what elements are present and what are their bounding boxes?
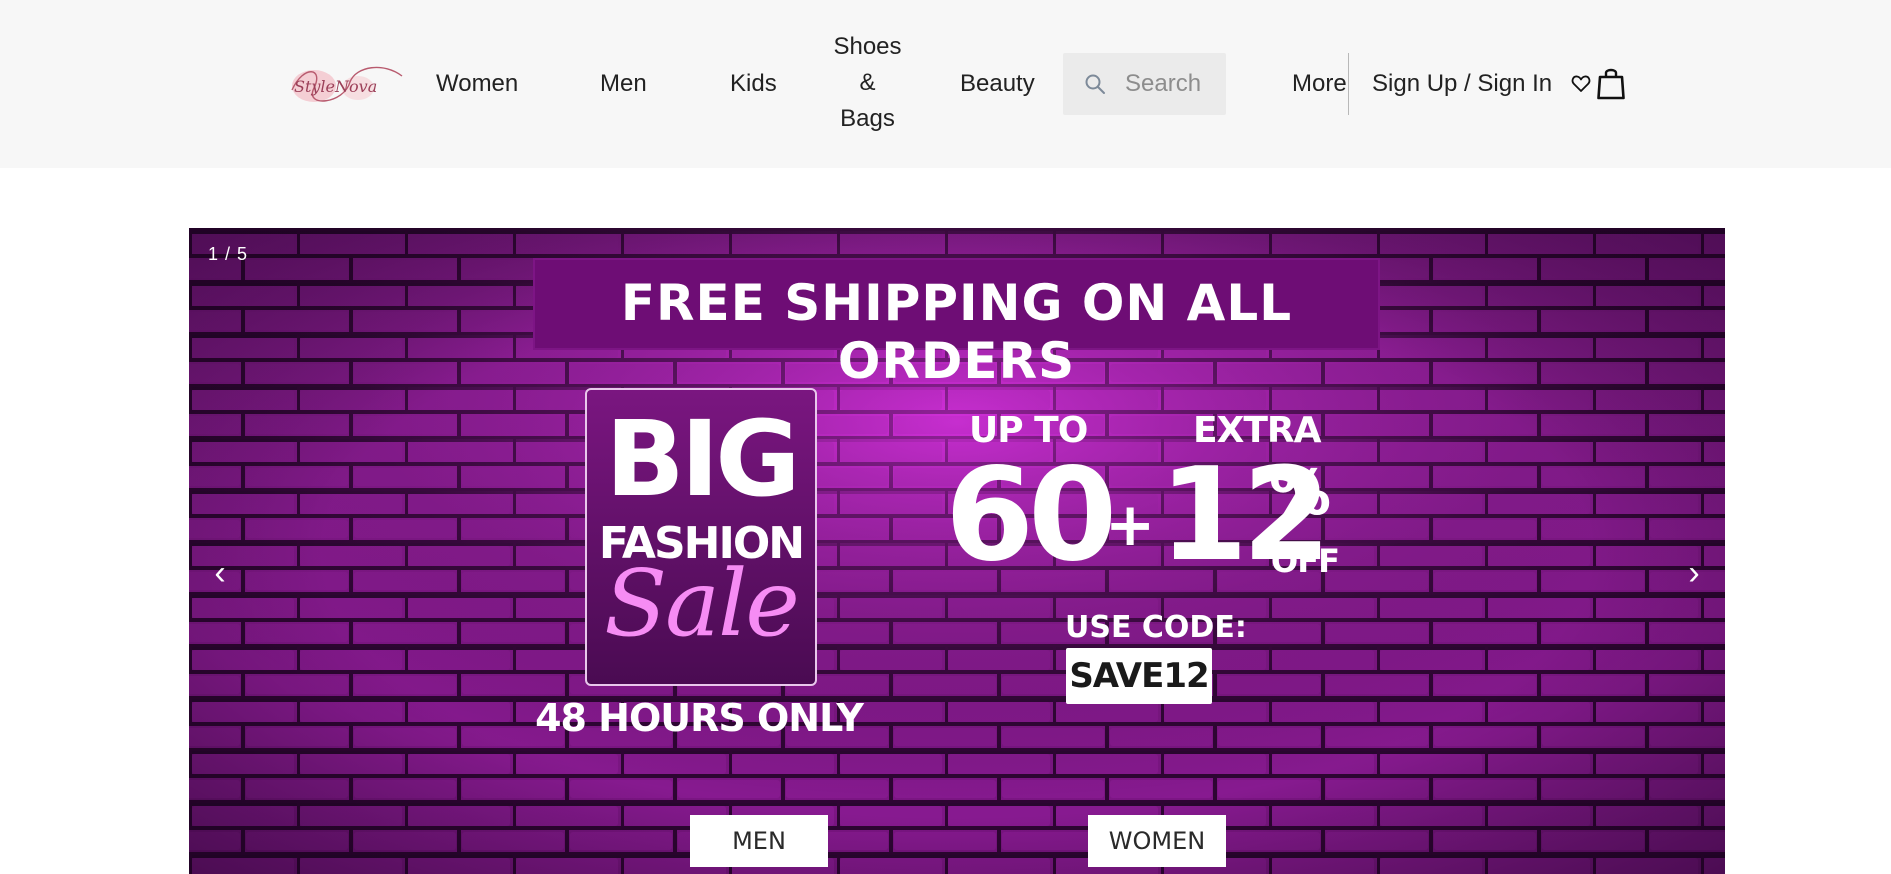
- stylenova-logo[interactable]: StyleNova: [284, 58, 408, 112]
- slide-counter: 1 / 5: [208, 244, 249, 264]
- nav-women[interactable]: Women: [436, 66, 518, 102]
- shop-women-button[interactable]: WOMEN: [1088, 815, 1226, 867]
- promo-code: SAVE12: [1066, 648, 1212, 704]
- sign-in-link[interactable]: Sign Up / Sign In: [1372, 66, 1552, 102]
- heart-icon[interactable]: [1571, 74, 1591, 94]
- nav-shoes-and-bags[interactable]: Shoes & Bags: [830, 29, 905, 137]
- percent-sign: %: [1269, 456, 1332, 529]
- site-header: StyleNova Women Men Kids Shoes & Bags Be…: [0, 0, 1891, 168]
- big-fashion-sale-box: BIG FASHION Sale: [585, 388, 817, 686]
- search-icon: [1085, 74, 1105, 94]
- use-code-label: USE CODE:: [1065, 610, 1247, 645]
- off-text: OFF: [1271, 542, 1340, 580]
- carousel-next-arrow-icon[interactable]: ›: [1679, 553, 1709, 593]
- sale-script-text: Sale: [604, 550, 800, 657]
- free-shipping-text: FREE SHIPPING ON ALL ORDERS: [620, 274, 1293, 390]
- plus-sign: +: [1105, 490, 1156, 560]
- hours-only-text: 48 HOURS ONLY: [535, 696, 864, 740]
- search-box[interactable]: [1063, 53, 1226, 115]
- nav-kids[interactable]: Kids: [730, 66, 777, 102]
- nav-men[interactable]: Men: [600, 66, 647, 102]
- big-text: BIG: [605, 398, 800, 520]
- search-input[interactable]: [1125, 63, 1220, 105]
- shopping-bag-icon[interactable]: [1597, 66, 1625, 100]
- hero-carousel: 1 / 5 ‹ › FREE SHIPPING ON ALL ORDERS BI…: [189, 228, 1725, 874]
- carousel-prev-arrow-icon[interactable]: ‹: [205, 553, 235, 593]
- logo-text: StyleNova: [294, 77, 377, 96]
- nav-beauty[interactable]: Beauty: [960, 66, 1035, 102]
- header-divider: [1348, 53, 1349, 115]
- free-shipping-banner: FREE SHIPPING ON ALL ORDERS: [533, 258, 1380, 390]
- shop-men-button[interactable]: MEN: [690, 815, 828, 867]
- nav-more[interactable]: More: [1292, 66, 1347, 102]
- discount-60: 60: [945, 441, 1117, 590]
